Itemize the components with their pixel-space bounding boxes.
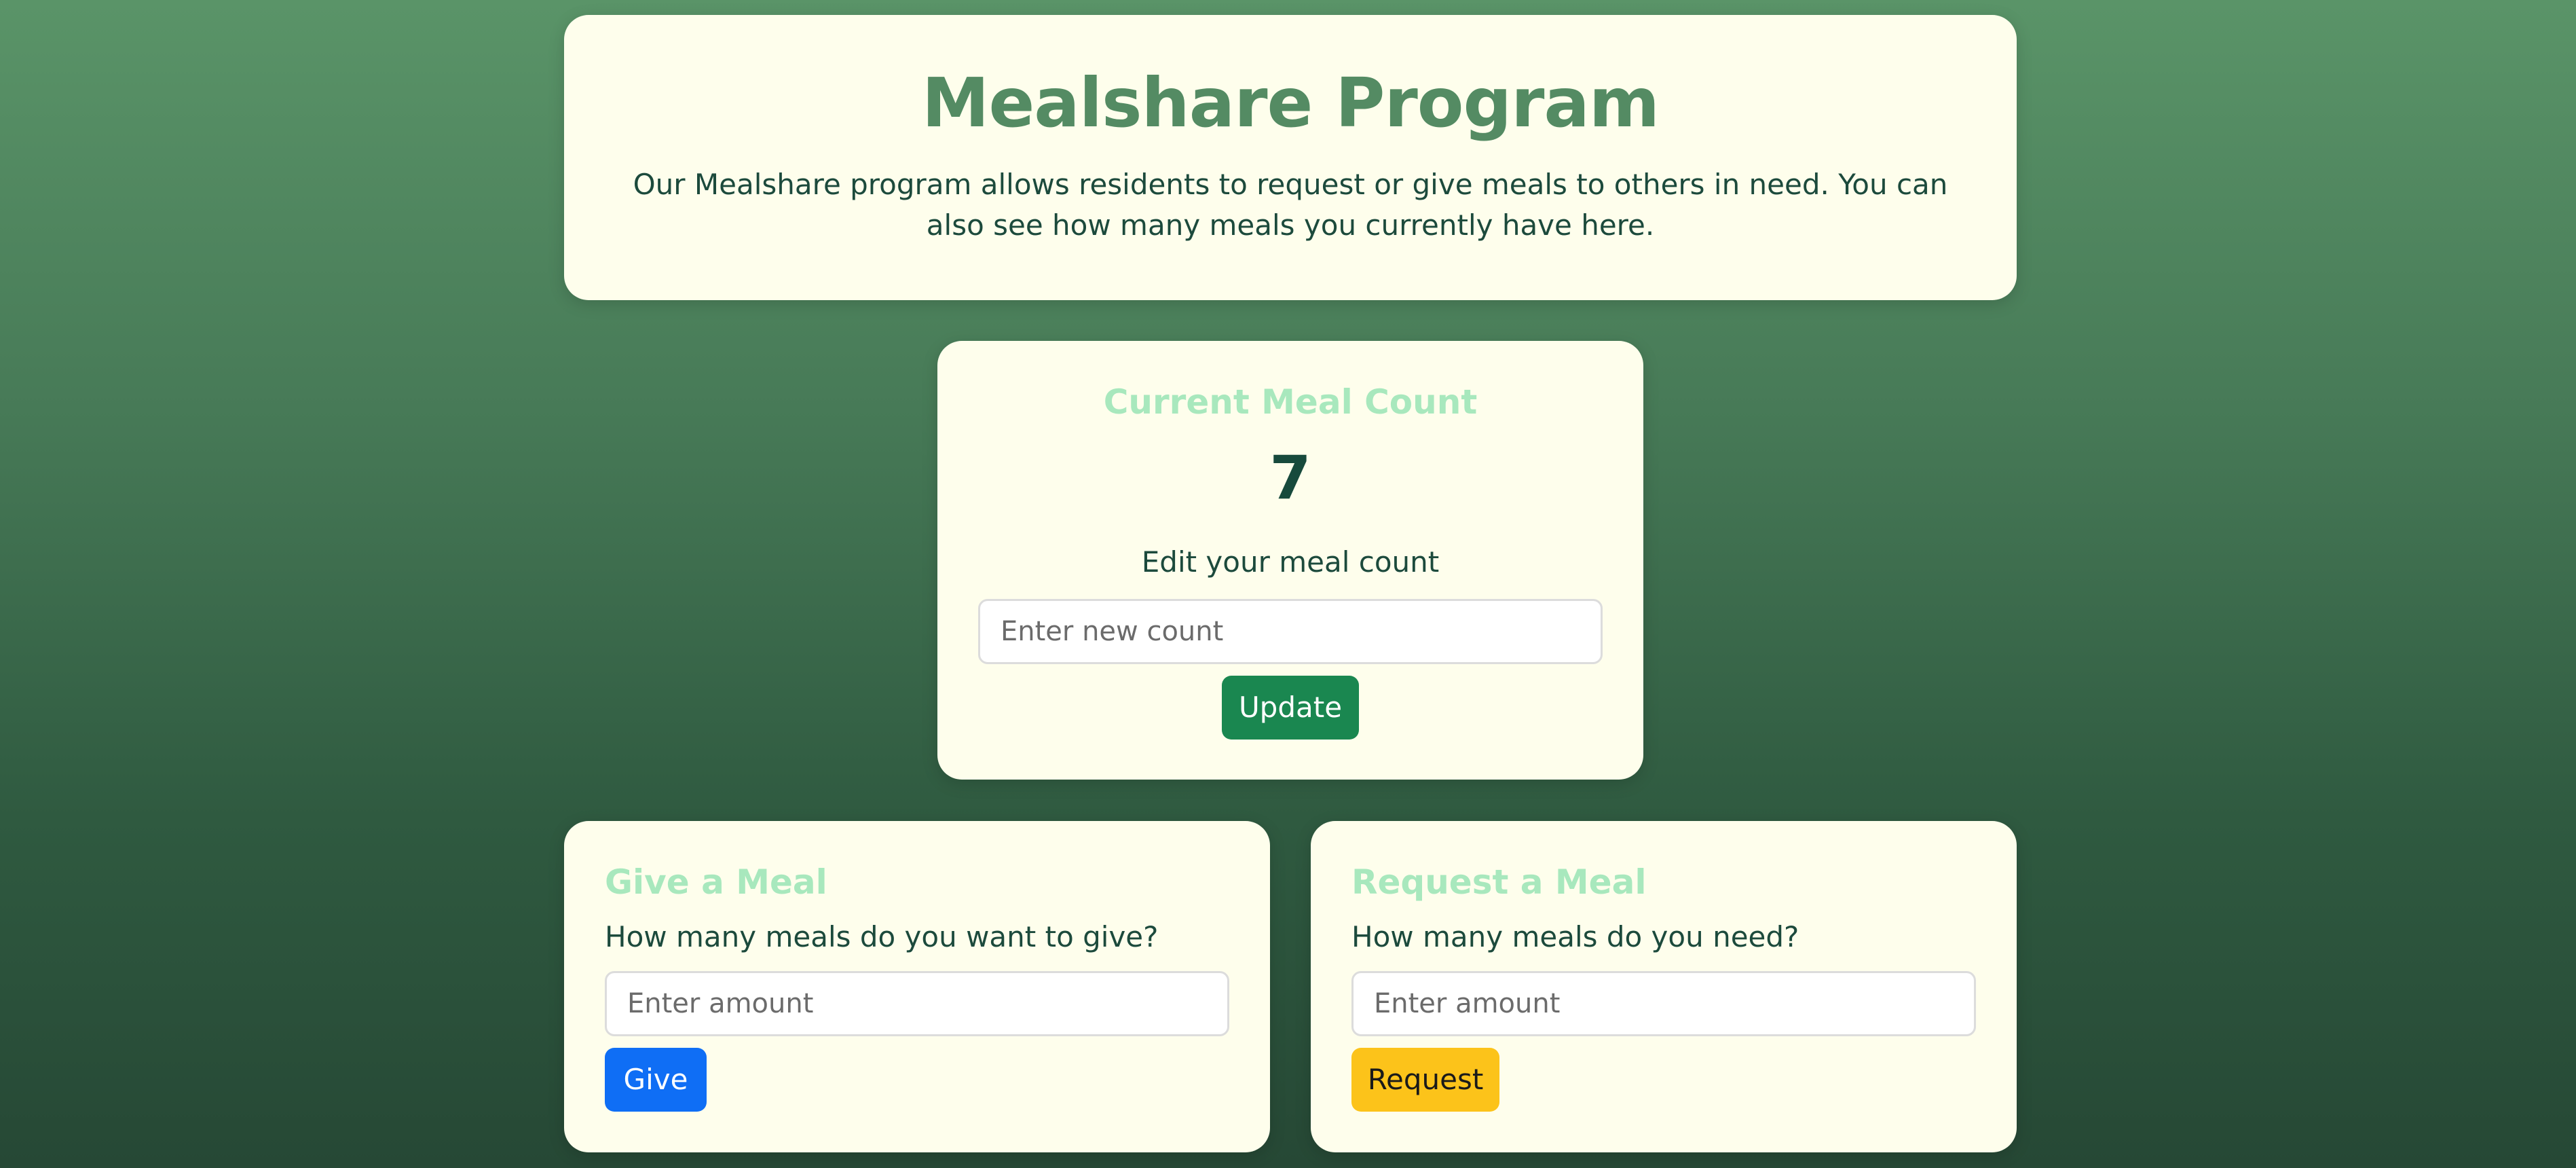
request-amount-input[interactable]	[1351, 971, 1976, 1036]
intro-card: Mealshare Program Our Mealshare program …	[564, 15, 2017, 300]
meal-count-card: Current Meal Count 7 Edit your meal coun…	[937, 341, 1643, 780]
request-meal-title: Request a Meal	[1351, 862, 1647, 902]
meal-count-value: 7	[1269, 443, 1311, 513]
give-meal-title: Give a Meal	[605, 862, 827, 902]
page-title: Mealshare Program	[921, 63, 1660, 143]
program-description: Our Mealshare program allows residents t…	[633, 168, 1948, 242]
edit-meal-count-label: Edit your meal count	[1141, 545, 1440, 579]
give-meal-question: How many meals do you want to give?	[605, 920, 1159, 953]
give-amount-input[interactable]	[605, 971, 1229, 1036]
give-button[interactable]: Give	[605, 1048, 707, 1112]
new-count-input[interactable]	[978, 599, 1603, 664]
meal-count-title: Current Meal Count	[1103, 382, 1478, 422]
request-button[interactable]: Request	[1351, 1048, 1499, 1112]
request-meal-question: How many meals do you need?	[1351, 920, 1799, 953]
request-meal-card: Request a Meal How many meals do you nee…	[1311, 821, 2017, 1152]
give-meal-card: Give a Meal How many meals do you want t…	[564, 821, 1270, 1152]
update-button[interactable]: Update	[1222, 676, 1359, 740]
